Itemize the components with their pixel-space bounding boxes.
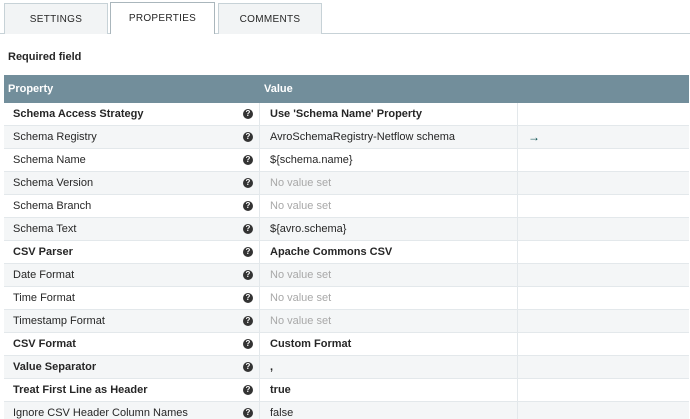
property-name: Date Format? [4, 264, 260, 286]
help-icon[interactable]: ? [243, 178, 253, 188]
help-icon[interactable]: ? [243, 247, 253, 257]
property-action [518, 149, 689, 171]
help-icon[interactable]: ? [243, 362, 253, 372]
property-value[interactable]: Use 'Schema Name' Property [260, 103, 518, 125]
property-action [518, 379, 689, 401]
table-row: Value Separator? , [4, 356, 689, 379]
table-row: Schema Registry? AvroSchemaRegistry-Netf… [4, 126, 689, 149]
tab-properties[interactable]: PROPERTIES [110, 2, 215, 34]
table-row: Schema Access Strategy? Use 'Schema Name… [4, 103, 689, 126]
property-action [518, 103, 689, 125]
help-icon[interactable]: ? [243, 155, 253, 165]
property-name: CSV Format? [4, 333, 260, 355]
table-row: Time Format? No value set [4, 287, 689, 310]
tab-settings[interactable]: SETTINGS [4, 3, 108, 34]
arrow-right-icon[interactable]: → [528, 130, 540, 144]
property-value[interactable]: Custom Format [260, 333, 518, 355]
help-icon[interactable]: ? [243, 408, 253, 418]
property-name: Schema Registry? [4, 126, 260, 148]
property-value[interactable]: , [260, 356, 518, 378]
property-name: Ignore CSV Header Column Names? [4, 402, 260, 419]
property-name: Schema Version? [4, 172, 260, 194]
help-icon[interactable]: ? [243, 385, 253, 395]
property-action [518, 241, 689, 263]
property-action [518, 310, 689, 332]
property-value[interactable]: Apache Commons CSV [260, 241, 518, 263]
help-icon[interactable]: ? [243, 132, 253, 142]
table-header: Property Value [4, 75, 689, 103]
property-action [518, 287, 689, 309]
property-value[interactable]: ${avro.schema} [260, 218, 518, 240]
property-value[interactable]: No value set [260, 264, 518, 286]
property-name: CSV Parser? [4, 241, 260, 263]
property-action [518, 172, 689, 194]
table-row: Schema Name? ${schema.name} [4, 149, 689, 172]
property-action [518, 264, 689, 286]
property-action [518, 356, 689, 378]
property-value[interactable]: AvroSchemaRegistry-Netflow schema [260, 126, 518, 148]
property-value[interactable]: true [260, 379, 518, 401]
property-value[interactable]: ${schema.name} [260, 149, 518, 171]
required-field-label: Required field [8, 51, 82, 63]
table-row: CSV Format? Custom Format [4, 333, 689, 356]
column-header-value[interactable]: Value [260, 83, 293, 95]
property-action [518, 218, 689, 240]
properties-table: Property Value Schema Access Strategy? U… [4, 75, 689, 419]
help-icon[interactable]: ? [243, 270, 253, 280]
table-row: Date Format? No value set [4, 264, 689, 287]
table-row: Schema Version? No value set [4, 172, 689, 195]
property-name: Schema Name? [4, 149, 260, 171]
tab-comments[interactable]: COMMENTS [218, 3, 322, 34]
property-value[interactable]: No value set [260, 287, 518, 309]
property-name: Timestamp Format? [4, 310, 260, 332]
help-icon[interactable]: ? [243, 339, 253, 349]
property-name: Schema Text? [4, 218, 260, 240]
property-name: Value Separator? [4, 356, 260, 378]
help-icon[interactable]: ? [243, 109, 253, 119]
property-value[interactable]: No value set [260, 310, 518, 332]
property-value[interactable]: No value set [260, 195, 518, 217]
property-value[interactable]: No value set [260, 172, 518, 194]
help-icon[interactable]: ? [243, 224, 253, 234]
property-value[interactable]: false [260, 402, 518, 419]
table-row: CSV Parser? Apache Commons CSV [4, 241, 689, 264]
table-row: Treat First Line as Header? true [4, 379, 689, 402]
property-action [518, 402, 689, 419]
table-row: Schema Text? ${avro.schema} [4, 218, 689, 241]
table-row: Ignore CSV Header Column Names? false [4, 402, 689, 419]
property-action [518, 333, 689, 355]
property-action: → [518, 126, 689, 148]
help-icon[interactable]: ? [243, 201, 253, 211]
help-icon[interactable]: ? [243, 293, 253, 303]
property-name: Time Format? [4, 287, 260, 309]
table-row: Schema Branch? No value set [4, 195, 689, 218]
column-header-property[interactable]: Property [4, 83, 260, 95]
table-row: Timestamp Format? No value set [4, 310, 689, 333]
tab-bar: SETTINGS PROPERTIES COMMENTS [0, 0, 690, 36]
property-name: Schema Access Strategy? [4, 103, 260, 125]
help-icon[interactable]: ? [243, 316, 253, 326]
property-action [518, 195, 689, 217]
property-name: Schema Branch? [4, 195, 260, 217]
property-name: Treat First Line as Header? [4, 379, 260, 401]
